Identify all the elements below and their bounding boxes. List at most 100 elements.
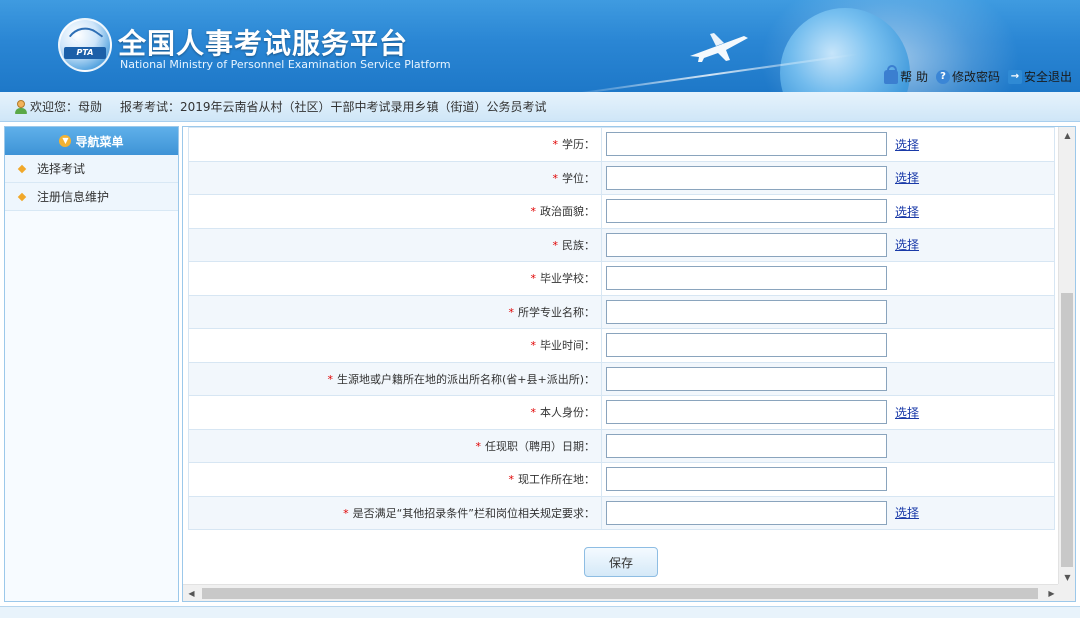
field-label-cell: * 本人身份： [188, 395, 602, 430]
form-row: * 毕业时间： [188, 328, 1055, 363]
change-password-link[interactable]: ? 修改密码 [935, 68, 1000, 85]
form-row: * 现工作所在地： [188, 462, 1055, 497]
field-label: 是否满足“其他招录条件”栏和岗位相关规定要求： [352, 506, 595, 520]
field-input[interactable] [606, 232, 887, 257]
field-label: 民族： [562, 238, 595, 252]
bullet-icon [17, 164, 27, 174]
field-label-cell: * 是否满足“其他招录条件”栏和岗位相关规定要求： [188, 495, 602, 530]
field-input[interactable] [606, 165, 887, 190]
field-label-cell: * 政治面貌： [188, 194, 602, 229]
scroll-up-icon[interactable]: ▲ [1059, 127, 1075, 144]
welcome-bar: 欢迎您：母勋 报考考试：2019年云南省从村（社区）干部中考试录用乡镇（街道）公… [0, 92, 1080, 122]
field-value-cell [601, 428, 1055, 463]
field-label-cell: * 任现职（聘用）日期： [188, 428, 602, 463]
field-input[interactable] [606, 433, 887, 458]
form-row: * 是否满足“其他招录条件”栏和岗位相关规定要求： 选择 [188, 495, 1055, 530]
sidebar-item-label: 选择考试 [37, 162, 86, 176]
save-button[interactable]: 保存 [584, 547, 658, 577]
form-row: * 所学专业名称： [188, 294, 1055, 329]
footer-bar [0, 606, 1080, 618]
form-row: * 学历： 选择 [188, 127, 1055, 162]
pta-logo: PTA [58, 18, 112, 72]
chevron-down-icon: ▼ [59, 135, 72, 147]
scroll-corner [1058, 584, 1075, 601]
required-mark: * [530, 272, 537, 286]
field-label-cell: * 民族： [188, 227, 602, 262]
site-header: PTA 全国人事考试服务平台 National Ministry of Pers… [0, 0, 1080, 92]
field-label-cell: * 生源地或户籍所在地的派出所名称(省+县+派出所)： [188, 361, 602, 396]
welcome-greeting: 欢迎您：母勋 [30, 100, 103, 114]
sidebar-item-select-exam[interactable]: 选择考试 [5, 155, 178, 183]
nav-menu-header[interactable]: ▼ 导航菜单 [5, 127, 178, 155]
current-exam: 报考考试：2019年云南省从村（社区）干部中考试录用乡镇（街道）公务员考试 [120, 100, 547, 114]
required-mark: * [530, 339, 537, 353]
field-label: 学位： [562, 171, 595, 185]
field-input[interactable] [606, 400, 887, 425]
top-links: 帮 助 ? 修改密码 → 安全退出 [884, 64, 1072, 85]
logout-label: 安全退出 [1023, 70, 1072, 84]
horizontal-scrollbar[interactable]: ◀ ▶ [183, 584, 1060, 601]
field-value-cell: 选择 [601, 227, 1055, 262]
field-input[interactable] [606, 467, 887, 492]
field-input[interactable] [606, 500, 887, 525]
select-link[interactable]: 选择 [895, 203, 919, 220]
field-label: 任现职（聘用）日期： [485, 439, 595, 453]
field-label: 学历： [562, 138, 595, 152]
field-label-cell: * 现工作所在地： [188, 462, 602, 497]
required-mark: * [552, 238, 559, 252]
field-value-cell: 选择 [601, 127, 1055, 162]
field-label-cell: * 毕业时间： [188, 328, 602, 363]
field-label: 生源地或户籍所在地的派出所名称(省+县+派出所)： [336, 372, 595, 386]
form-row: * 毕业学校： [188, 261, 1055, 296]
sidebar-item-registration-info[interactable]: 注册信息维护 [5, 183, 178, 211]
field-input[interactable] [606, 366, 887, 391]
main-content: * 学历： 选择 * 学位： 选择 * 政治面貌： 选择 * 民族： 选择 * 毕业学校： * 所学专业名称：… [182, 126, 1076, 602]
scroll-thumb-horizontal[interactable] [202, 588, 1038, 599]
question-icon: ? [935, 69, 950, 84]
logout-link[interactable]: → 安全退出 [1007, 68, 1072, 85]
field-label: 毕业时间： [540, 339, 595, 353]
field-label-cell: * 学历： [188, 127, 602, 162]
required-mark: * [552, 171, 559, 185]
required-mark: * [327, 372, 333, 386]
select-link[interactable]: 选择 [895, 504, 919, 521]
scroll-thumb[interactable] [1061, 293, 1073, 567]
form-row: * 学位： 选择 [188, 160, 1055, 195]
select-link[interactable]: 选择 [895, 404, 919, 421]
field-value-cell [601, 462, 1055, 497]
field-label: 政治面貌： [540, 205, 595, 219]
field-input[interactable] [606, 266, 887, 291]
help-link[interactable]: 帮 助 [884, 64, 928, 85]
select-link[interactable]: 选择 [895, 236, 919, 253]
form-row: * 政治面貌： 选择 [188, 194, 1055, 229]
select-link[interactable]: 选择 [895, 169, 919, 186]
field-label-cell: * 学位： [188, 160, 602, 195]
field-input[interactable] [606, 333, 887, 358]
required-mark: * [508, 305, 515, 319]
field-input[interactable] [606, 299, 887, 324]
required-mark: * [530, 205, 537, 219]
required-mark: * [508, 473, 515, 487]
site-title: 全国人事考试服务平台 [118, 27, 409, 60]
form-row: * 生源地或户籍所在地的派出所名称(省+县+派出所)： [188, 361, 1055, 396]
required-mark: * [343, 506, 349, 520]
required-mark: * [530, 406, 537, 420]
field-value-cell: 选择 [601, 495, 1055, 530]
nav-menu-title: 导航菜单 [75, 134, 124, 149]
field-input[interactable] [606, 132, 887, 157]
form-row: * 本人身份： 选择 [188, 395, 1055, 430]
field-input[interactable] [606, 199, 887, 224]
form-row: * 民族： 选择 [188, 227, 1055, 262]
help-label: 帮 助 [900, 70, 928, 84]
user-icon [14, 100, 28, 114]
select-link[interactable]: 选择 [895, 136, 919, 153]
required-mark: * [552, 138, 559, 152]
field-value-cell [601, 261, 1055, 296]
field-value-cell [601, 361, 1055, 396]
scroll-left-icon[interactable]: ◀ [183, 585, 200, 601]
form-row: * 任现职（聘用）日期： [188, 428, 1055, 463]
change-password-label: 修改密码 [951, 70, 1000, 84]
field-label: 本人身份： [540, 406, 595, 420]
logo-text: PTA [64, 47, 106, 59]
vertical-scrollbar[interactable]: ▲ ▼ [1058, 127, 1075, 586]
